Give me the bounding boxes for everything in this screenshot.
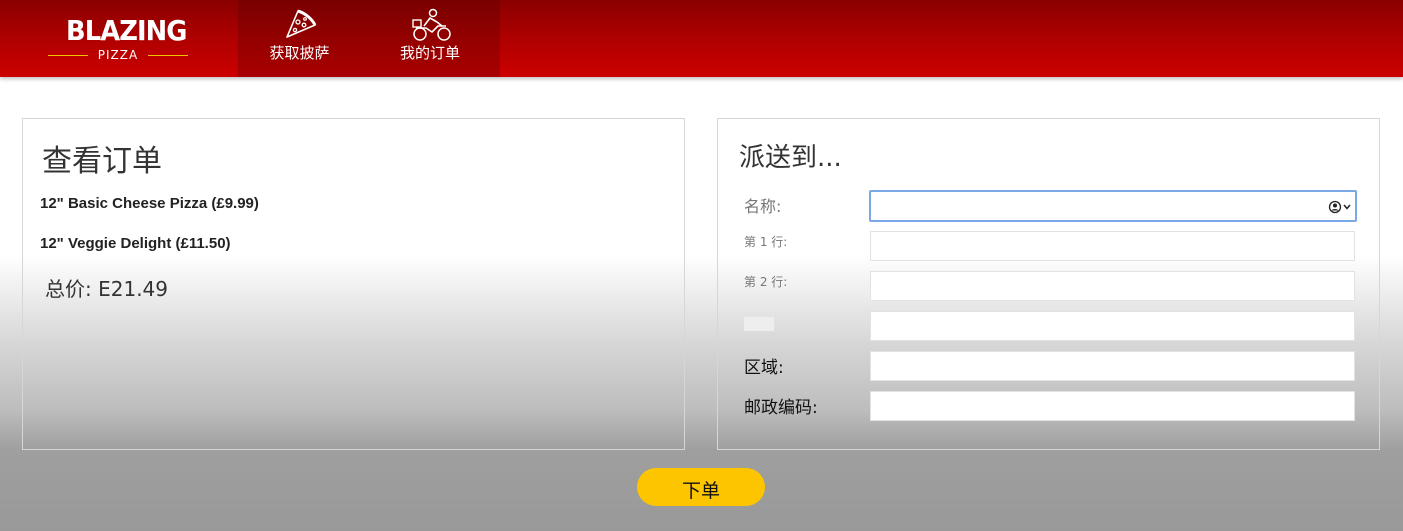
delivery-motorbike-icon bbox=[412, 8, 451, 41]
name-field[interactable] bbox=[869, 190, 1357, 222]
city-field[interactable] bbox=[870, 311, 1355, 341]
logo-rule-right bbox=[148, 55, 188, 56]
order-review-title: 查看订单 bbox=[42, 144, 162, 179]
address-line1-field[interactable] bbox=[870, 231, 1355, 261]
order-total: 总价: E21.49 bbox=[45, 276, 168, 302]
place-order-button[interactable]: 下单 bbox=[637, 468, 765, 506]
address-line2-label: 第 2 行: bbox=[744, 275, 788, 289]
delivery-title: 派送到... bbox=[739, 143, 842, 173]
order-total-label: 总价: bbox=[45, 277, 92, 301]
city-label-placeholder bbox=[744, 317, 774, 331]
order-line-item: 12" Basic Cheese Pizza (£9.99) bbox=[40, 195, 259, 212]
region-field[interactable] bbox=[870, 351, 1355, 381]
contact-autofill-icon[interactable] bbox=[1328, 200, 1354, 214]
name-label: 名称: bbox=[744, 197, 782, 216]
order-line-item: 12" Veggie Delight (£11.50) bbox=[40, 235, 231, 252]
postal-code-label: 邮政编码: bbox=[744, 398, 818, 418]
address-line1-label: 第 1 行: bbox=[744, 235, 788, 249]
region-label: 区域: bbox=[744, 358, 784, 378]
top-bar: BLAZING PIZZA 获取披萨 我的订单 bbox=[0, 0, 1403, 77]
order-total-value: E21.49 bbox=[98, 277, 169, 301]
nav-get-pizza[interactable]: 获取披萨 bbox=[252, 0, 347, 77]
address-line2-field[interactable] bbox=[870, 271, 1355, 301]
blazing-pizza-logo[interactable]: BLAZING PIZZA bbox=[48, 14, 188, 64]
nav-my-orders[interactable]: 我的订单 bbox=[386, 0, 474, 77]
nav-get-pizza-label: 获取披萨 bbox=[269, 44, 330, 62]
postal-code-field[interactable] bbox=[870, 391, 1355, 421]
order-review-panel: 查看订单 12" Basic Cheese Pizza (£9.99) 12" … bbox=[22, 118, 685, 450]
nav-my-orders-label: 我的订单 bbox=[399, 44, 460, 62]
delivery-panel: 派送到... 名称: 第 1 行: 第 2 行: 区域: 邮政编码: bbox=[717, 118, 1380, 450]
pizza-slice-icon bbox=[286, 9, 317, 38]
logo-wordmark: BLAZING bbox=[66, 14, 187, 47]
